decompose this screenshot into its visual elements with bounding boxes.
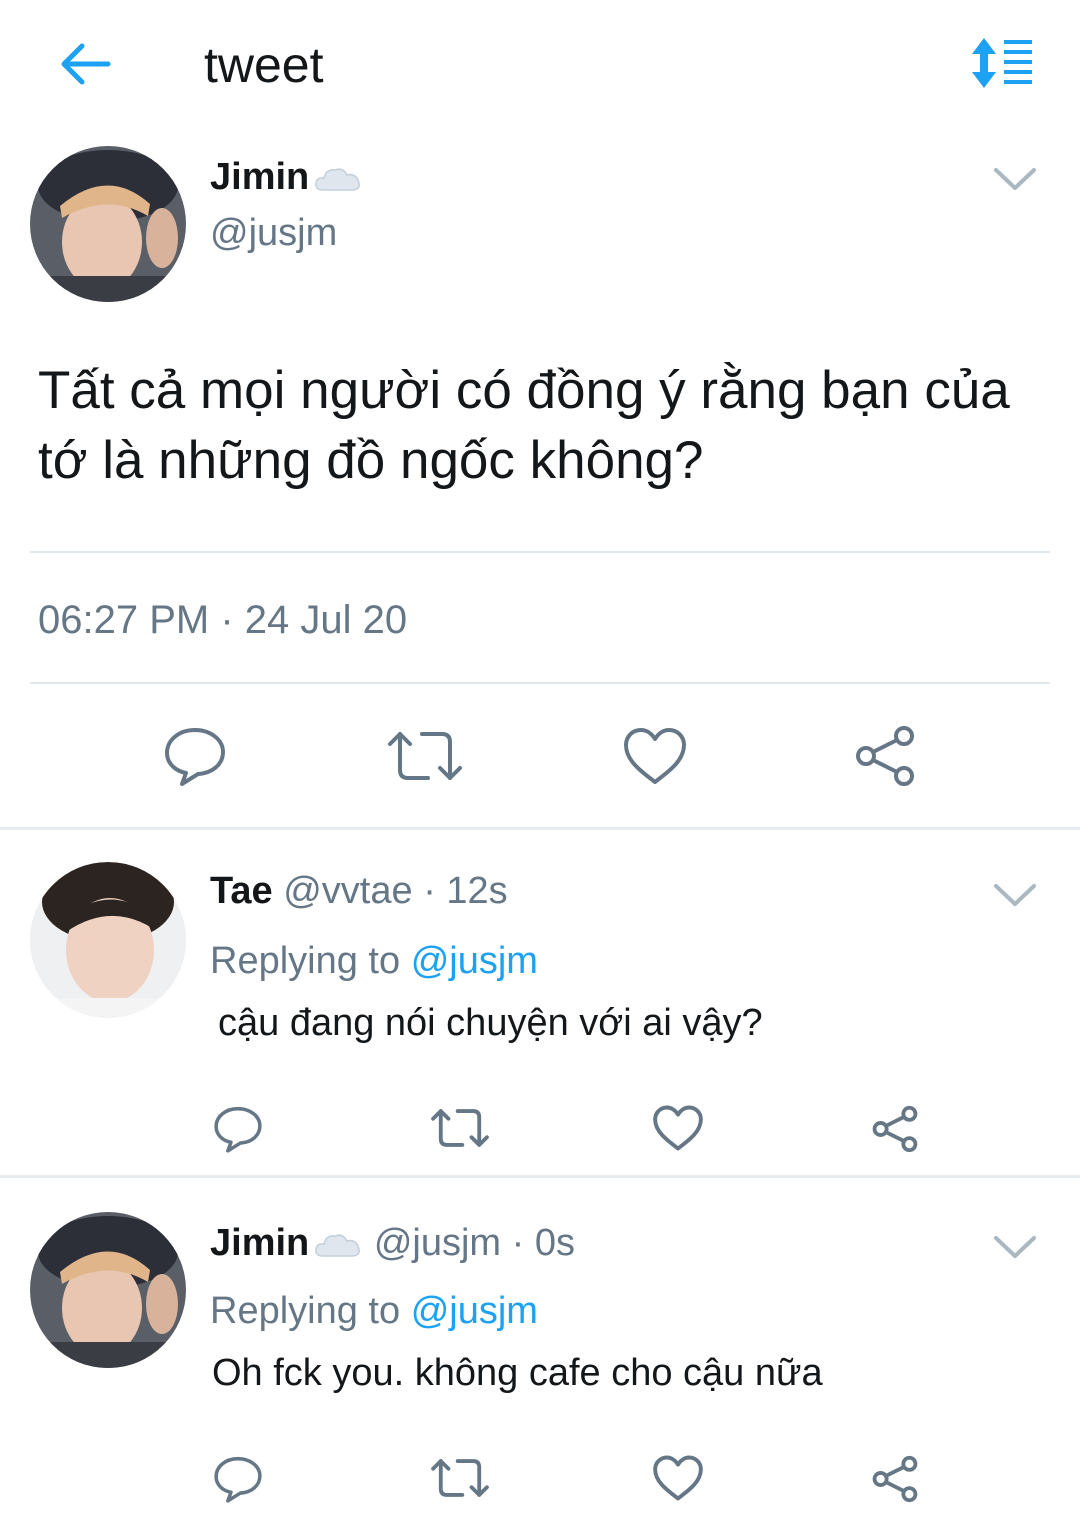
like-button[interactable] bbox=[652, 1104, 704, 1152]
reply-button[interactable] bbox=[212, 1454, 264, 1504]
retweet-button[interactable] bbox=[430, 1456, 490, 1500]
reply-button[interactable] bbox=[212, 1104, 264, 1154]
avatar[interactable] bbox=[30, 862, 186, 1018]
handle: @jusjm bbox=[373, 1222, 502, 1264]
avatar[interactable] bbox=[30, 1212, 186, 1368]
handle: @vvtae bbox=[283, 870, 413, 912]
share-button[interactable] bbox=[870, 1454, 920, 1504]
replying-to: Replying to @jusjm bbox=[210, 938, 538, 984]
share-icon bbox=[872, 1455, 918, 1503]
display-name[interactable]: Tae bbox=[210, 870, 273, 912]
back-button[interactable] bbox=[52, 36, 116, 92]
reply-icon bbox=[165, 728, 225, 786]
sort-list-icon bbox=[972, 38, 1032, 88]
mention-link[interactable]: @jusjm bbox=[411, 940, 538, 982]
like-icon bbox=[624, 728, 686, 784]
page-title: tweet bbox=[204, 37, 324, 93]
cloud-icon bbox=[313, 164, 363, 194]
like-button[interactable] bbox=[652, 1454, 704, 1502]
divider bbox=[0, 827, 1080, 830]
chevron-down-icon bbox=[994, 168, 1036, 190]
like-icon bbox=[653, 1105, 703, 1151]
retweet-icon bbox=[431, 1109, 489, 1147]
share-icon bbox=[856, 726, 914, 786]
like-icon bbox=[653, 1455, 703, 1501]
reply-button[interactable] bbox=[162, 724, 228, 788]
share-button[interactable] bbox=[870, 1104, 920, 1154]
divider bbox=[30, 551, 1050, 553]
reply-time: · 12s bbox=[423, 870, 508, 912]
more-options-button[interactable] bbox=[990, 160, 1040, 200]
like-button[interactable] bbox=[622, 726, 688, 786]
display-name[interactable]: Jimin bbox=[210, 1222, 309, 1264]
retweet-button[interactable] bbox=[386, 728, 464, 784]
reply-icon bbox=[214, 1106, 262, 1153]
mention-link[interactable]: @jusjm bbox=[411, 1290, 538, 1332]
replying-to-label: Replying to bbox=[210, 1290, 401, 1332]
replying-to-label: Replying to bbox=[210, 940, 401, 982]
more-options-button[interactable] bbox=[990, 1228, 1040, 1268]
cloud-icon bbox=[313, 1230, 363, 1260]
sort-button[interactable] bbox=[968, 36, 1036, 90]
tweet-text: Tất cả mọi người có đồng ý rằng bạn của … bbox=[38, 361, 1010, 490]
retweet-icon bbox=[431, 1459, 489, 1497]
more-options-button[interactable] bbox=[990, 876, 1040, 916]
share-icon bbox=[872, 1105, 918, 1153]
retweet-button[interactable] bbox=[430, 1106, 490, 1150]
display-name[interactable]: Jimin bbox=[210, 156, 309, 198]
arrow-left-icon bbox=[61, 43, 111, 85]
tweet-timestamp: 06:27 PM · 24 Jul 20 bbox=[38, 598, 408, 642]
reply-time: · 0s bbox=[511, 1222, 575, 1264]
divider bbox=[30, 682, 1050, 684]
reply-text: cậu đang nói chuyện với ai vậy? bbox=[218, 1002, 763, 1044]
retweet-icon bbox=[388, 732, 462, 780]
handle: @jusjm bbox=[210, 212, 338, 254]
divider bbox=[0, 1175, 1080, 1178]
avatar[interactable] bbox=[30, 146, 186, 302]
reply-text: Oh fck you. không cafe cho cậu nữa bbox=[212, 1352, 823, 1394]
share-button[interactable] bbox=[852, 724, 918, 788]
reply-icon bbox=[214, 1456, 262, 1503]
chevron-down-icon bbox=[994, 1236, 1036, 1258]
replying-to: Replying to @jusjm bbox=[210, 1288, 538, 1334]
chevron-down-icon bbox=[994, 884, 1036, 906]
